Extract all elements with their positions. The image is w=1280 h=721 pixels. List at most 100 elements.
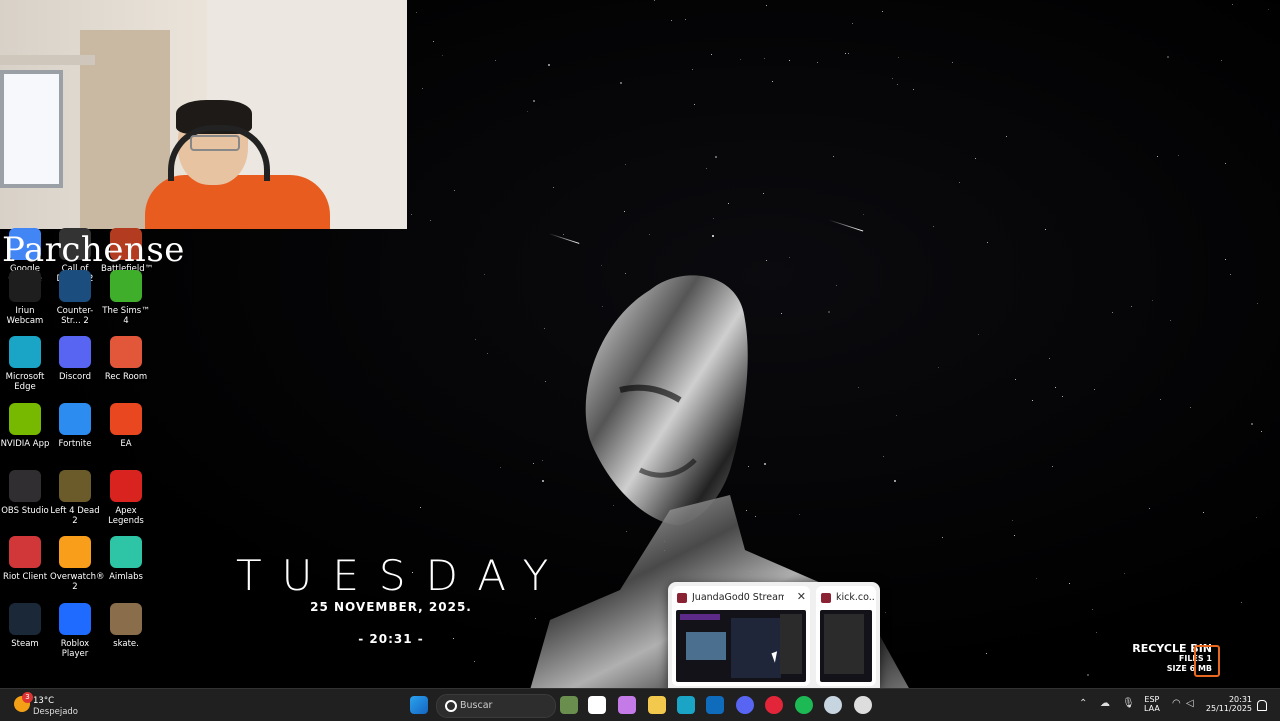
- star: [1052, 466, 1053, 467]
- wifi-icon[interactable]: ◠: [1172, 698, 1181, 709]
- desktop-icon-label: Overwatch® 2: [50, 572, 105, 592]
- star: [1087, 674, 1089, 676]
- obs-icon: [9, 470, 41, 502]
- desktop-icon-label: OBS Studio: [1, 506, 49, 516]
- desktop-icon[interactable]: Iriun Webcam: [0, 270, 50, 326]
- desktop-icon[interactable]: NVIDIA App: [0, 403, 50, 449]
- star: [706, 168, 707, 169]
- taskbar-clock[interactable]: 20:31 25/11/2025: [1200, 695, 1252, 713]
- desktop-icon-label: Microsoft Edge: [5, 372, 45, 392]
- desktop-icon-label: EA: [120, 439, 132, 449]
- star: [1049, 358, 1050, 359]
- desktop-icon[interactable]: Apex Legends: [101, 470, 151, 526]
- weather-condition: Despejado: [33, 707, 78, 717]
- steam-taskbar-icon[interactable]: [824, 696, 842, 714]
- desktop-icon-label: NVIDIA App: [0, 439, 50, 449]
- star: [978, 334, 979, 335]
- desktop-icon[interactable]: EA: [101, 403, 151, 449]
- star: [863, 214, 864, 215]
- start-button-icon[interactable]: [410, 696, 428, 714]
- chevron-up-icon[interactable]: ⌃: [1079, 698, 1087, 709]
- microphone-icon[interactable]: 🎙: [1122, 698, 1135, 709]
- search-box[interactable]: Buscar: [436, 694, 556, 718]
- twitch-favicon-icon: [677, 593, 687, 603]
- thumbnail-title: kick.co...: [836, 592, 874, 603]
- desktop-icon[interactable]: Roblox Player: [50, 603, 100, 659]
- star: [1055, 387, 1056, 388]
- thumbnail-window-2[interactable]: kick.co...: [816, 586, 876, 686]
- star: [1014, 535, 1015, 536]
- widgets-icon[interactable]: [560, 696, 578, 714]
- copilot-icon[interactable]: [618, 696, 636, 714]
- desktop-icon-label: The Sims™ 4: [102, 306, 150, 326]
- star: [1251, 423, 1253, 425]
- star: [740, 59, 741, 60]
- recycle-bin-icon[interactable]: [1194, 645, 1220, 677]
- star: [1131, 306, 1132, 307]
- star: [1036, 578, 1037, 579]
- star: [1149, 508, 1150, 509]
- language-indicator[interactable]: ESP LAA: [1144, 695, 1160, 713]
- weather-widget[interactable]: 3 13°C Despejado: [14, 692, 94, 718]
- desktop-icon[interactable]: Overwatch® 2: [50, 536, 105, 592]
- star: [671, 20, 672, 21]
- overwatch-icon: [59, 536, 91, 568]
- obs-taskbar-icon[interactable]: [854, 696, 872, 714]
- star: [1203, 512, 1204, 513]
- taskbar-date: 25/11/2025: [1205, 704, 1252, 713]
- counter-strike-icon: [59, 270, 91, 302]
- star: [933, 226, 934, 227]
- kick-favicon-icon: [821, 593, 831, 603]
- desktop-icon[interactable]: The Sims™ 4: [101, 270, 151, 326]
- desktop-icon[interactable]: skate.: [101, 603, 151, 649]
- star: [845, 53, 846, 54]
- desktop-icon[interactable]: Aimlabs: [101, 536, 151, 582]
- star: [848, 53, 849, 54]
- desktop-icon-label: Steam: [11, 639, 39, 649]
- star: [454, 190, 455, 191]
- taskbar: 3 13°C Despejado Buscar ⌃ ☁ 🎙 ESP LAA ◠ …: [0, 688, 1280, 721]
- onedrive-icon[interactable]: ☁: [1100, 698, 1110, 709]
- volume-icon[interactable]: ◁: [1186, 698, 1194, 709]
- desktop-icon[interactable]: Riot Client: [0, 536, 50, 582]
- discord-taskbar-icon[interactable]: [736, 696, 754, 714]
- star: [527, 111, 528, 112]
- ea-icon: [110, 403, 142, 435]
- close-icon[interactable]: ✕: [797, 590, 806, 603]
- desktop-icon-label: skate.: [113, 639, 139, 649]
- file-explorer-icon[interactable]: [648, 696, 666, 714]
- star: [420, 507, 421, 508]
- star: [620, 82, 622, 84]
- discord-icon: [59, 336, 91, 368]
- star: [897, 84, 898, 85]
- thumbnail-window-1[interactable]: JuandaGod0 Stream... ✕: [672, 586, 810, 686]
- star: [1268, 9, 1269, 10]
- star: [975, 158, 976, 159]
- star: [987, 242, 988, 243]
- desktop-icon[interactable]: Steam: [0, 603, 50, 649]
- store-icon[interactable]: [706, 696, 724, 714]
- star: [1062, 396, 1063, 397]
- spotify-icon[interactable]: [795, 696, 813, 714]
- thumbnail-title: JuandaGod0 Stream...: [692, 592, 784, 603]
- desktop-icon[interactable]: Microsoft Edge: [0, 336, 50, 392]
- desktop-icon[interactable]: Fortnite: [50, 403, 100, 449]
- desktop-icon[interactable]: Left 4 Dead 2: [50, 470, 100, 526]
- star: [1045, 229, 1046, 230]
- star: [1225, 259, 1226, 260]
- desktop-icon[interactable]: Discord: [50, 336, 100, 382]
- desktop-icon[interactable]: Counter-Str... 2: [50, 270, 100, 326]
- edge-taskbar-icon[interactable]: [677, 696, 695, 714]
- weather-badge: 3: [22, 692, 33, 703]
- star: [1124, 573, 1125, 574]
- opera-icon[interactable]: [765, 696, 783, 714]
- desktop-icon[interactable]: OBS Studio: [0, 470, 50, 516]
- star: [959, 182, 960, 183]
- star: [852, 23, 853, 24]
- star: [487, 353, 488, 354]
- meteor: [548, 233, 580, 244]
- notification-bell-icon[interactable]: [1257, 700, 1267, 711]
- task-view-icon[interactable]: [588, 696, 606, 714]
- desktop-icon[interactable]: Rec Room: [101, 336, 151, 382]
- star: [712, 235, 714, 237]
